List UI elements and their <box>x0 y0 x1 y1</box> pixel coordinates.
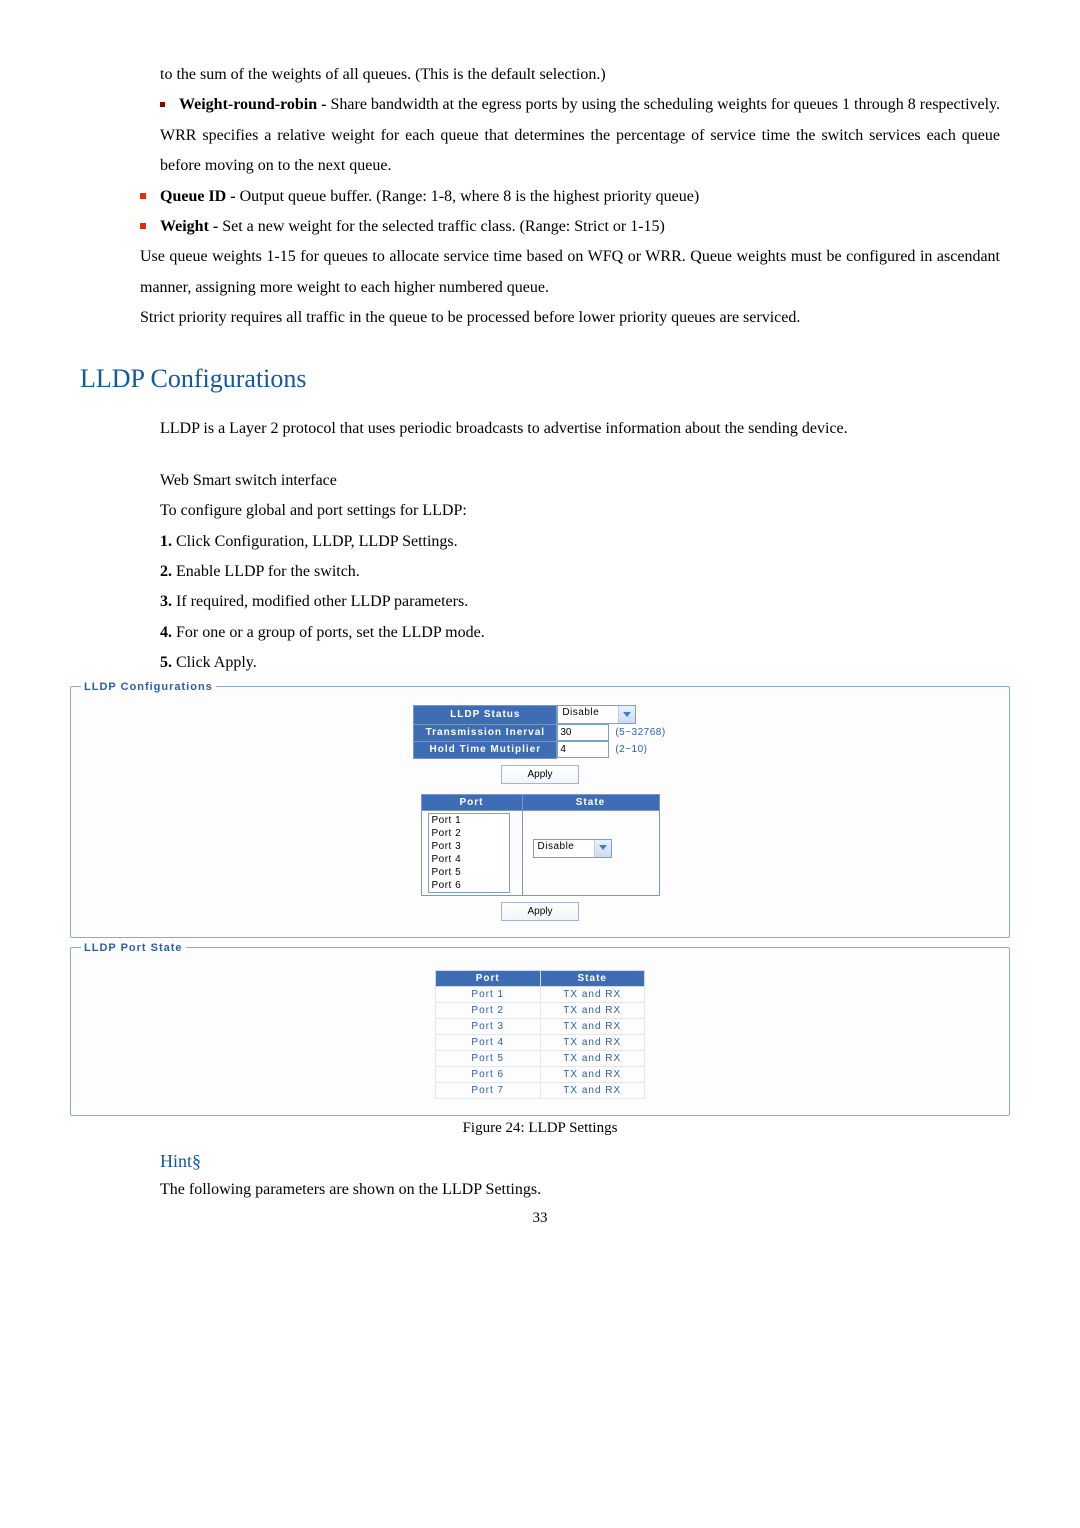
wrr-label: Weight-round-robin - <box>179 96 326 113</box>
transmission-interval-range: (5~32768) <box>613 724 666 741</box>
port-state-value: Disable <box>534 840 594 857</box>
panel-legend: LLDP Configurations <box>81 681 216 693</box>
bullet-icon <box>140 193 146 199</box>
table-row: Port 7TX and RX <box>436 1082 645 1098</box>
strict-text: Strict priority requires all traffic in … <box>140 303 1000 333</box>
state-header: State <box>522 794 659 810</box>
weight-text: Set a new weight for the selected traffi… <box>222 218 665 235</box>
state-header: State <box>540 970 645 986</box>
panel-legend: LLDP Port State <box>81 942 186 954</box>
port-header: Port <box>421 794 522 810</box>
table-row: Port 3TX and RX <box>436 1018 645 1034</box>
step-4: 4. For one or a group of ports, set the … <box>160 618 1000 648</box>
list-item[interactable]: Port 6 <box>429 879 509 892</box>
port-state-select-grid: Port State Port 1 Port 2 Port 3 Port 4 P… <box>421 794 660 896</box>
hold-time-label: Hold Time Mutiplier <box>414 741 557 758</box>
table-row: Port 6TX and RX <box>436 1066 645 1082</box>
hold-time-input[interactable] <box>557 741 609 758</box>
table-row: Port 1TX and RX <box>436 986 645 1002</box>
hint-text: The following parameters are shown on th… <box>160 1178 1000 1202</box>
port-header: Port <box>436 970 541 986</box>
lldp-status-select[interactable]: Disable <box>557 705 636 724</box>
config-intro: To configure global and port settings fo… <box>160 496 1000 526</box>
apply-button[interactable]: Apply <box>501 902 579 921</box>
step-5: 5. Click Apply. <box>160 648 1000 678</box>
table-row: Port 2TX and RX <box>436 1002 645 1018</box>
hold-time-range: (2~10) <box>613 741 666 758</box>
step-2: 2. Enable LLDP for the switch. <box>160 557 1000 587</box>
transmission-interval-input[interactable] <box>557 724 609 741</box>
body-text: to the sum of the weights of all queues.… <box>160 60 1000 182</box>
figure-caption: Figure 24: LLDP Settings <box>60 1120 1020 1137</box>
port-state-select[interactable]: Disable <box>533 839 612 858</box>
chevron-down-icon <box>618 706 635 723</box>
list-item[interactable]: Port 5 <box>429 866 509 879</box>
body-text: Queue ID - Output queue buffer. (Range: … <box>140 182 1000 212</box>
line1: to the sum of the weights of all queues.… <box>160 66 606 83</box>
step-1: 1. Click Configuration, LLDP, LLDP Setti… <box>160 527 1000 557</box>
port-state-table: Port State Port 1TX and RX Port 2TX and … <box>435 970 645 1099</box>
table-row: Port 5TX and RX <box>436 1050 645 1066</box>
table-row: Port 4TX and RX <box>436 1034 645 1050</box>
queueid-text: Output queue buffer. (Range: 1-8, where … <box>240 188 700 205</box>
lldp-intro: LLDP is a Layer 2 protocol that uses per… <box>160 414 1000 444</box>
apply-button[interactable]: Apply <box>501 765 579 784</box>
chevron-down-icon <box>594 840 611 857</box>
step-3: 3. If required, modified other LLDP para… <box>160 587 1000 617</box>
bullet-icon <box>140 223 146 229</box>
section-heading: LLDP Configurations <box>80 364 1020 394</box>
use-queue-text: Use queue weights 1-15 for queues to all… <box>140 242 1000 303</box>
lldp-status-value: Disable <box>558 706 618 723</box>
transmission-interval-label: Transmission Inerval <box>414 724 557 741</box>
lldp-status-label: LLDP Status <box>414 705 557 724</box>
list-item[interactable]: Port 2 <box>429 827 509 840</box>
config-table: LLDP Status Disable Transmission Inerval <box>413 705 666 759</box>
web-smart: Web Smart switch interface <box>160 466 1000 496</box>
hint-heading: Hint§ <box>160 1151 1020 1172</box>
queueid-label: Queue ID - <box>160 188 236 205</box>
lldp-configurations-panel: LLDP Configurations LLDP Status Disable <box>70 681 1010 938</box>
list-item[interactable]: Port 4 <box>429 853 509 866</box>
page-number: 33 <box>60 1210 1020 1227</box>
list-item[interactable]: Port 1 <box>429 814 509 827</box>
lldp-port-state-panel: LLDP Port State Port State Port 1TX and … <box>70 942 1010 1116</box>
weight-label: Weight - <box>160 218 218 235</box>
bullet-icon <box>160 102 165 107</box>
body-text: Weight - Set a new weight for the select… <box>140 212 1000 242</box>
list-item[interactable]: Port 3 <box>429 840 509 853</box>
port-list[interactable]: Port 1 Port 2 Port 3 Port 4 Port 5 Port … <box>428 813 510 893</box>
